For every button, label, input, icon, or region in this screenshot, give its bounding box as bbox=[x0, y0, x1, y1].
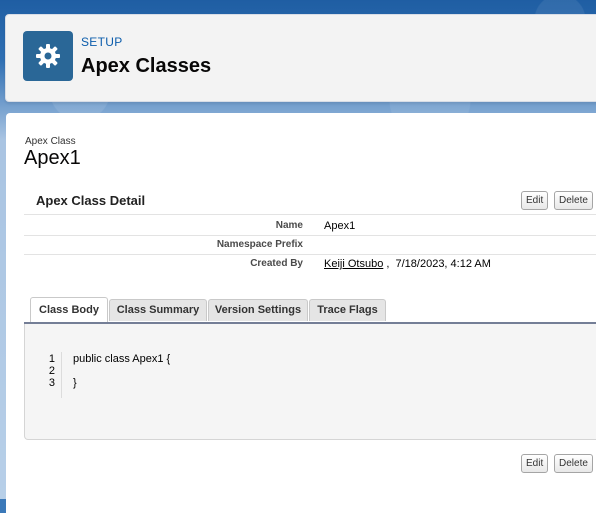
created-by-value: Keiji Otsubo, 7/18/2023, 4:12 AM bbox=[324, 258, 491, 270]
divider bbox=[24, 254, 596, 255]
edit-button[interactable]: Edit bbox=[521, 191, 549, 210]
tab-trace-flags[interactable]: Trace Flags bbox=[309, 299, 386, 321]
main-panel: Apex Class Apex1 Apex Class Detail Edit … bbox=[6, 113, 596, 513]
line-number: 2 bbox=[48, 365, 55, 377]
created-by-separator: , bbox=[386, 258, 390, 270]
name-value: Apex1 bbox=[324, 220, 356, 232]
line-number: 1 bbox=[48, 353, 55, 365]
tab-version-settings[interactable]: Version Settings bbox=[208, 299, 308, 321]
code-viewer: 1 2 3 public class Apex1 { } bbox=[24, 324, 596, 440]
line-number: 3 bbox=[48, 377, 55, 389]
record-type-label: Apex Class bbox=[25, 136, 76, 147]
divider bbox=[24, 235, 596, 236]
code-line: } bbox=[73, 377, 77, 389]
delete-button-bottom[interactable]: Delete bbox=[554, 454, 593, 473]
record-name: Apex1 bbox=[24, 147, 81, 169]
created-by-user-link[interactable]: Keiji Otsubo bbox=[324, 258, 383, 270]
name-label: Name bbox=[275, 220, 303, 231]
page-title: Apex Classes bbox=[81, 55, 212, 77]
created-by-label: Created By bbox=[250, 258, 303, 269]
tab-class-body[interactable]: Class Body bbox=[30, 297, 108, 323]
tab-class-summary[interactable]: Class Summary bbox=[109, 299, 207, 321]
edit-button-bottom[interactable]: Edit bbox=[521, 454, 549, 473]
gear-icon bbox=[23, 31, 73, 81]
divider bbox=[24, 214, 596, 215]
setup-header: SETUP Apex Classes bbox=[5, 14, 596, 102]
detail-section-title: Apex Class Detail bbox=[36, 193, 146, 208]
namespace-prefix-label: Namespace Prefix bbox=[216, 239, 303, 250]
delete-button[interactable]: Delete bbox=[554, 191, 593, 210]
code-line: public class Apex1 { bbox=[73, 353, 171, 365]
setup-label: SETUP bbox=[81, 35, 123, 49]
created-date: 7/18/2023, 4:12 AM bbox=[395, 258, 491, 270]
